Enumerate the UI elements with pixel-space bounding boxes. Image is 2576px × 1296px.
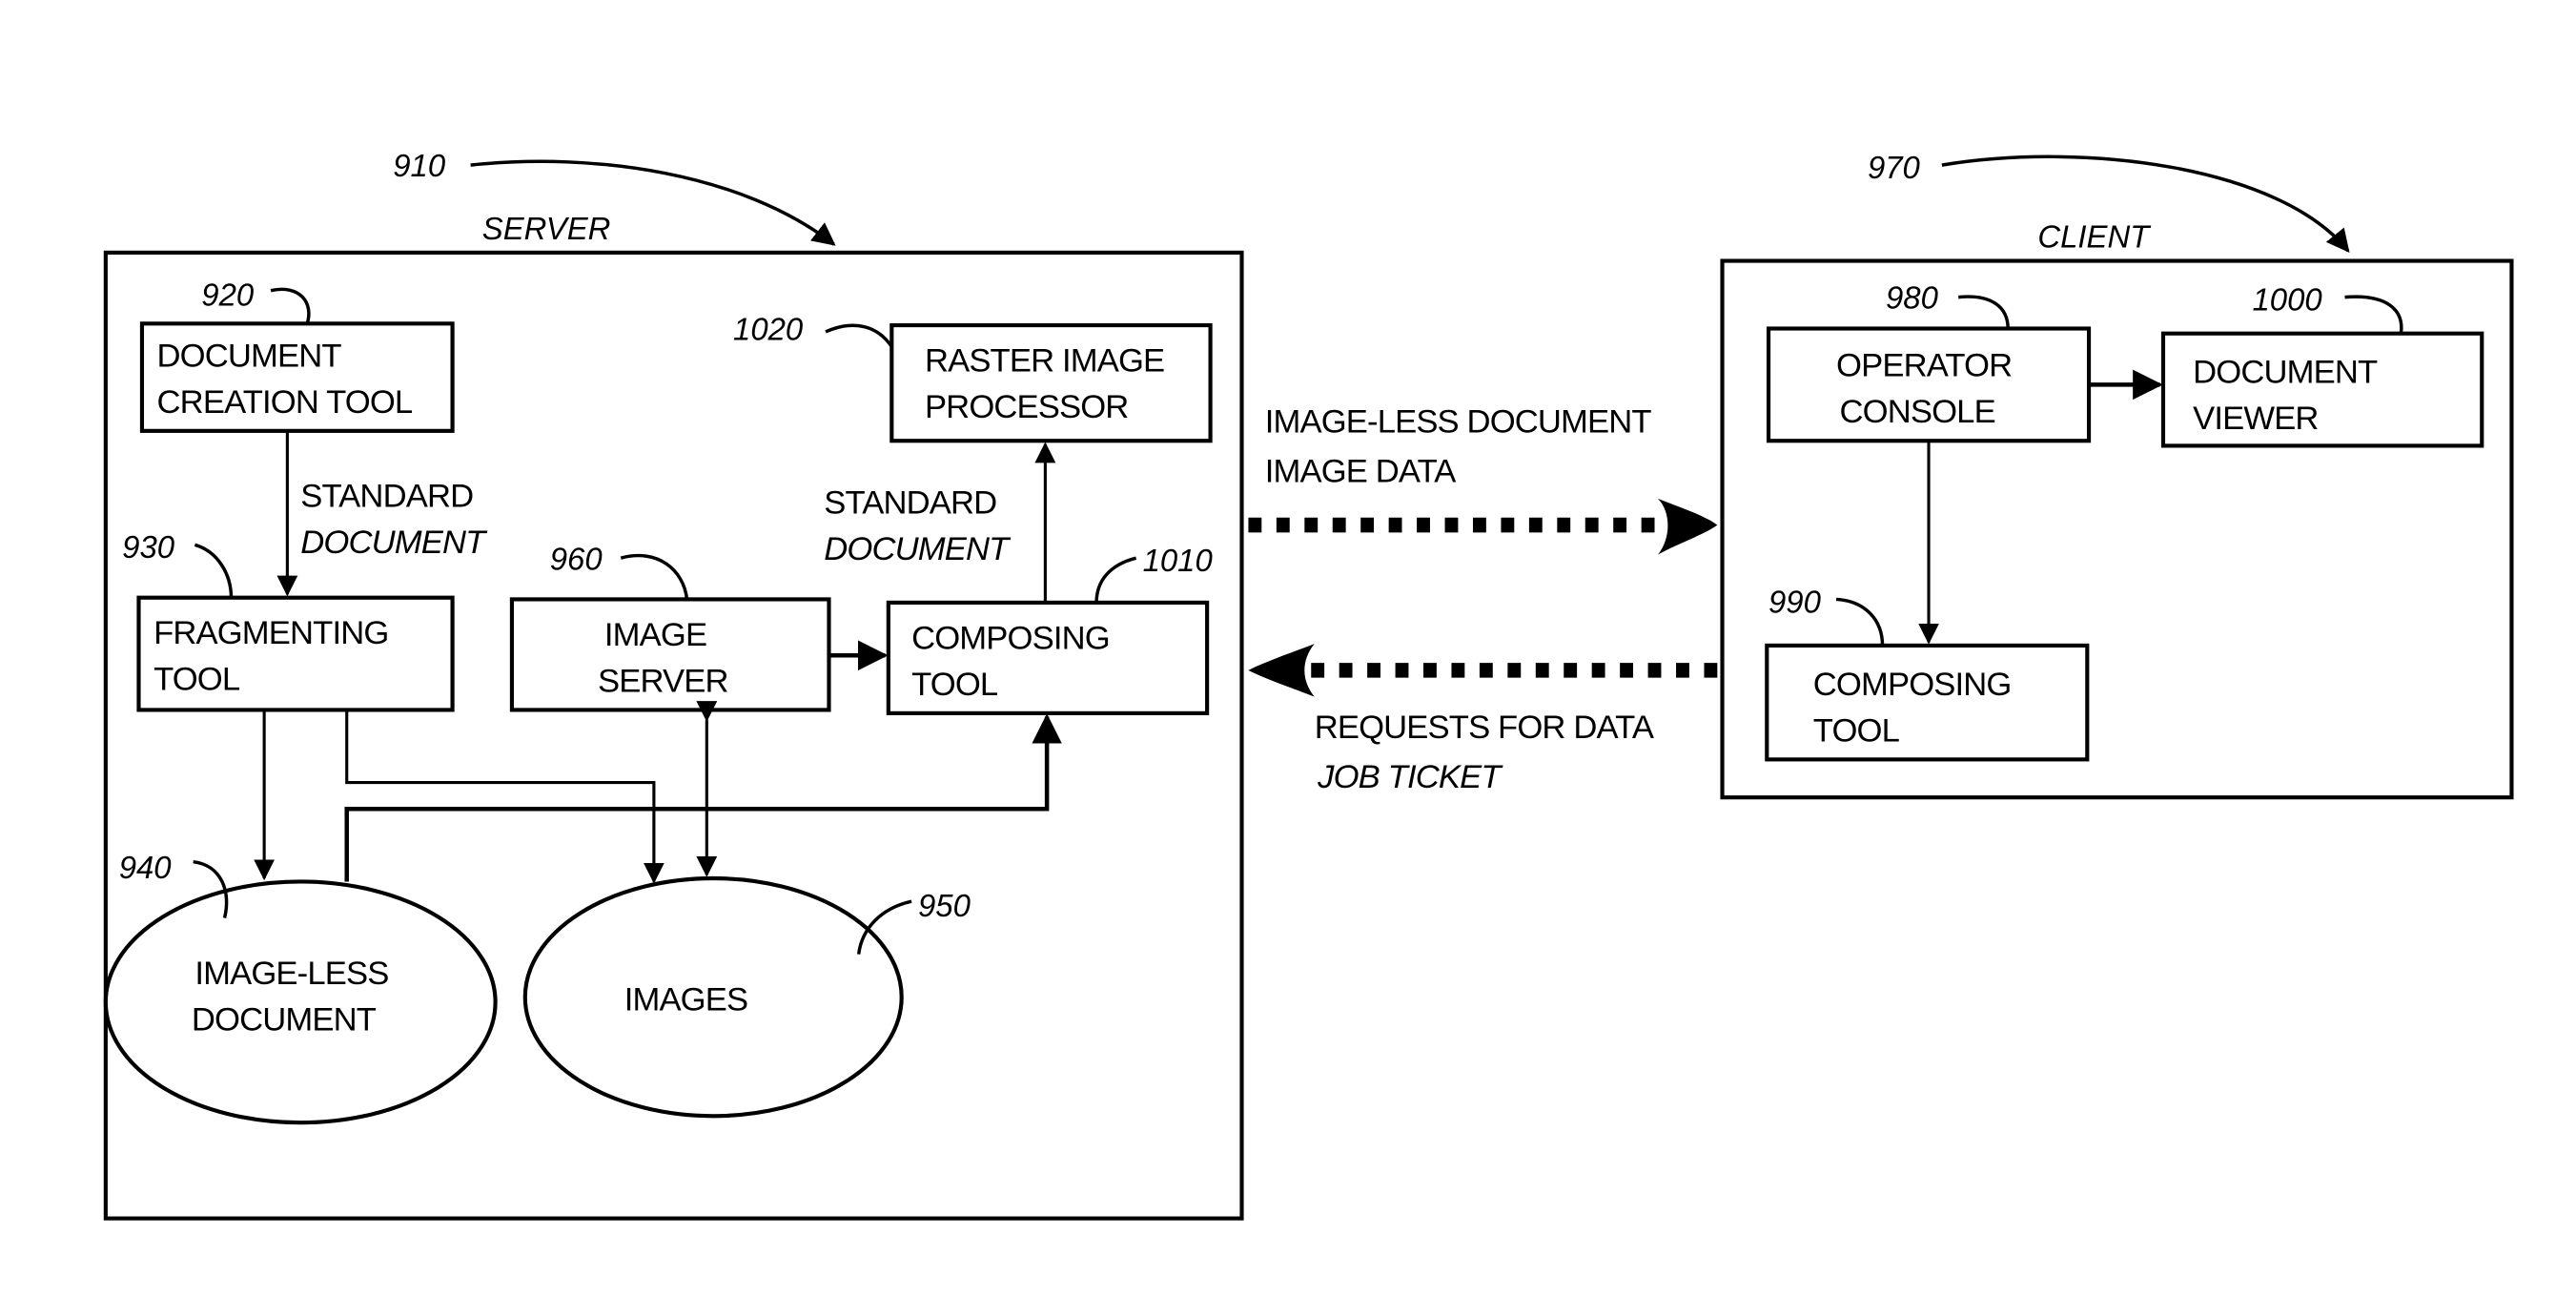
document-creation-tool-label-2: CREATION TOOL	[157, 384, 413, 421]
client-composing-tool: COMPOSING TOOL 990	[1765, 584, 2090, 762]
image-server-label-2: SERVER	[598, 663, 728, 699]
fragmenting-tool-ref: 930	[122, 529, 175, 565]
operator-console-label-2: CONSOLE	[1840, 394, 1995, 430]
edge-label-standard-document-2a: STANDARD	[824, 484, 996, 521]
operator-console-leader	[1958, 295, 2010, 329]
image-less-document-label-1: IMAGE-LESS	[194, 956, 388, 992]
edge-imageless-to-composing	[344, 713, 1062, 882]
raster-image-processor-leader	[825, 323, 893, 348]
document-viewer-leader	[2344, 295, 2403, 334]
operator-console-ref: 980	[1886, 280, 1939, 316]
server-to-client-transfer: IMAGE-LESS DOCUMENT IMAGE DATA	[1248, 404, 1718, 555]
system-diagram: SERVER 910 DOCUMENT CREATION TOOL 920 FR…	[103, 148, 2514, 1221]
client-title: CLIENT	[2037, 219, 2152, 255]
operator-console-label-1: OPERATOR	[1836, 348, 2012, 384]
server-composing-tool-label-1: COMPOSING	[911, 620, 1110, 656]
images-store: IMAGES 950	[522, 875, 971, 1119]
document-viewer-ref: 1000	[2253, 281, 2323, 317]
images-label: IMAGES	[624, 982, 748, 1018]
image-server-leader	[620, 553, 689, 600]
operator-console: OPERATOR CONSOLE 980	[1766, 280, 2092, 443]
transfer-label-image-data: IMAGE DATA	[1265, 454, 1458, 490]
server-composing-tool-leader	[1094, 556, 1137, 603]
images-ref: 950	[918, 888, 971, 923]
edge-label-standard-document-1b: DOCUMENT	[300, 525, 488, 561]
client-composing-tool-ref: 990	[1768, 584, 1822, 619]
server-composing-tool-ref: 1010	[1143, 543, 1214, 578]
image-server-ref: 960	[550, 541, 603, 576]
edge-label-standard-document-1a: STANDARD	[300, 478, 473, 514]
arrowhead-right-icon	[1657, 498, 1718, 555]
server-title: SERVER	[482, 211, 611, 246]
server-composing-tool: COMPOSING TOOL 1010	[886, 543, 1214, 715]
server-composing-tool-label-2: TOOL	[911, 667, 998, 703]
document-viewer: DOCUMENT VIEWER 1000	[2160, 281, 2484, 448]
image-less-document-ref: 940	[119, 850, 173, 885]
image-less-document-store: IMAGE-LESS DOCUMENT 940	[103, 850, 498, 1125]
raster-image-processor: RASTER IMAGE PROCESSOR 1020	[733, 312, 1213, 443]
client-to-server-transfer: REQUESTS FOR DATA JOB TICKET	[1248, 644, 1718, 795]
raster-image-processor-label-1: RASTER IMAGE	[925, 343, 1164, 380]
document-viewer-label-1: DOCUMENT	[2193, 355, 2378, 391]
fragmenting-tool-leader	[194, 543, 234, 598]
fragmenting-tool-label-1: FRAGMENTING	[153, 615, 388, 651]
document-creation-tool-ref: 920	[201, 277, 255, 312]
server-ref: 910	[393, 148, 446, 183]
document-creation-tool-label-1: DOCUMENT	[157, 338, 342, 374]
arrowhead-left-icon	[1248, 644, 1315, 697]
client-composing-tool-label-1: COMPOSING	[1813, 667, 2012, 703]
document-creation-tool: DOCUMENT CREATION TOOL 920	[139, 277, 455, 433]
document-creation-tool-leader	[270, 287, 311, 324]
raster-image-processor-label-2: PROCESSOR	[925, 389, 1129, 425]
edge-label-standard-document-2b: DOCUMENT	[824, 531, 1012, 567]
client-ref: 970	[1868, 150, 1921, 185]
document-viewer-label-2: VIEWER	[2193, 401, 2318, 437]
client-composing-tool-leader	[1835, 597, 1885, 646]
transfer-label-job-ticket: JOB TICKET	[1317, 759, 1503, 795]
client-composing-tool-label-2: TOOL	[1813, 712, 1900, 749]
raster-image-processor-ref: 1020	[733, 312, 804, 347]
edge-fragmenting-to-images	[345, 710, 664, 884]
image-server: IMAGE SERVER 960	[509, 541, 831, 712]
transfer-label-image-less-document: IMAGE-LESS DOCUMENT	[1265, 404, 1652, 441]
transfer-label-requests-for-data: REQUESTS FOR DATA	[1315, 710, 1655, 746]
image-server-label-1: IMAGE	[604, 617, 706, 653]
fragmenting-tool-label-2: TOOL	[153, 662, 240, 698]
image-less-document-label-2: DOCUMENT	[192, 1001, 377, 1038]
